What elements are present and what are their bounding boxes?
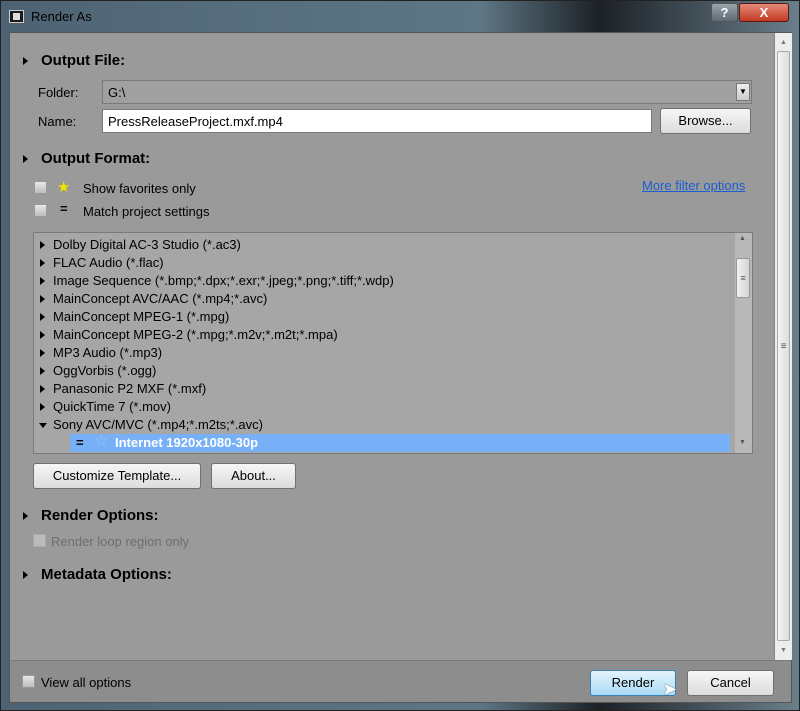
format-list[interactable]: Dolby Digital AC-3 Studio (*.ac3) FLAC A… [33, 232, 753, 454]
browse-button[interactable]: Browse... [660, 108, 751, 134]
folder-dropdown[interactable]: G:\ ▼ [102, 80, 752, 104]
scrollbar-thumb[interactable]: ≡ [736, 258, 750, 298]
metadata-options-header: Metadata Options: [41, 566, 172, 583]
more-filter-options-link[interactable]: More filter options [642, 178, 745, 193]
dialog-content: Output File: Folder: G:\ ▼ Name: PressRe… [9, 32, 792, 703]
expand-output-file-icon[interactable] [23, 57, 28, 65]
output-format-header: Output Format: [41, 150, 151, 167]
close-button[interactable]: X [739, 3, 789, 22]
equals-icon: = [60, 201, 68, 216]
show-favorites-label: Show favorites only [83, 181, 196, 196]
name-input[interactable]: PressReleaseProject.mxf.mp4 [102, 109, 652, 133]
dialog-scrollbar[interactable]: ▲ ≡ ▼ [774, 33, 792, 660]
view-all-options-checkbox[interactable] [22, 675, 35, 688]
format-item[interactable]: MainConcept MPEG-1 (*.mpg) [34, 308, 734, 326]
format-item[interactable]: QuickTime 7 (*.mov) [34, 398, 734, 416]
format-item[interactable]: Image Sequence (*.bmp;*.dpx;*.exr;*.jpeg… [34, 272, 734, 290]
match-project-label: Match project settings [83, 204, 210, 219]
customize-template-button[interactable]: Customize Template... [33, 463, 201, 489]
name-label: Name: [38, 114, 77, 129]
format-item[interactable]: Dolby Digital AC-3 Studio (*.ac3) [34, 236, 734, 254]
folder-label: Folder: [38, 85, 79, 100]
render-as-dialog: Render As ? X Output File: Folder: G:\ ▼… [0, 0, 800, 711]
cancel-button[interactable]: Cancel [687, 670, 774, 696]
render-loop-label: Render loop region only [51, 534, 190, 549]
expand-metadata-options-icon[interactable] [23, 571, 28, 579]
format-item[interactable]: MainConcept MPEG-2 (*.mpg;*.m2v;*.m2t;*.… [34, 326, 734, 344]
format-item[interactable]: MainConcept AVC/AAC (*.mp4;*.avc) [34, 290, 734, 308]
expand-output-format-icon[interactable] [23, 155, 28, 163]
template-item-selected[interactable]: = ☆ Internet 1920x1080-30p [70, 433, 730, 452]
format-item[interactable]: Panasonic P2 MXF (*.mxf) [34, 380, 734, 398]
chevron-down-icon[interactable]: ▼ [736, 83, 750, 101]
dialog-footer: View all options Render Cancel ➤ [10, 660, 791, 702]
about-button[interactable]: About... [211, 463, 296, 489]
format-item[interactable]: OggVorbis (*.ogg) [34, 362, 734, 380]
expand-render-options-icon[interactable] [23, 512, 28, 520]
help-button[interactable]: ? [711, 3, 738, 22]
format-item-expanded[interactable]: Sony AVC/MVC (*.mp4;*.m2ts;*.avc) [34, 416, 734, 434]
template-label: Internet 1920x1080-30p [115, 435, 259, 450]
name-value: PressReleaseProject.mxf.mp4 [108, 114, 283, 129]
view-all-options-label: View all options [41, 675, 132, 690]
show-favorites-checkbox[interactable] [34, 181, 47, 194]
render-options-header: Render Options: [41, 507, 159, 524]
format-list-scrollbar[interactable]: ▲ ≡ ▼ [735, 233, 752, 453]
match-project-checkbox[interactable] [34, 204, 47, 217]
star-outline-icon[interactable]: ☆ [94, 433, 108, 451]
window-title: Render As [31, 9, 92, 24]
output-file-header: Output File: [41, 52, 126, 69]
title-bar: Render As ? X [1, 1, 800, 31]
format-item[interactable]: MP3 Audio (*.mp3) [34, 344, 734, 362]
app-icon [9, 10, 24, 23]
equals-icon: = [76, 435, 84, 450]
scrollbar-thumb[interactable]: ≡ [777, 51, 790, 641]
render-loop-checkbox[interactable] [33, 534, 46, 547]
mouse-cursor-icon: ➤ [662, 679, 678, 699]
format-item[interactable]: FLAC Audio (*.flac) [34, 254, 734, 272]
star-icon: ★ [57, 179, 71, 196]
folder-value: G:\ [108, 85, 126, 100]
